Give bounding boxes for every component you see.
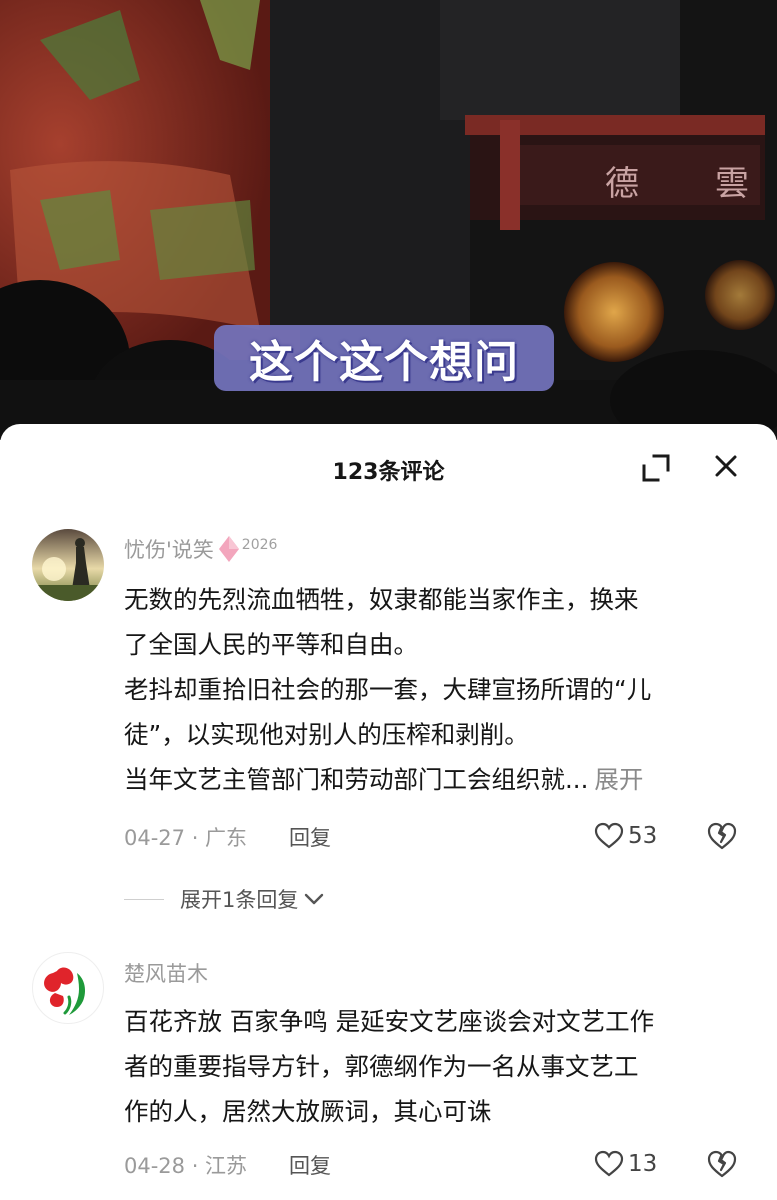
divider-line bbox=[124, 898, 164, 900]
comment-body: 无数的先烈流血牺牲，奴隶都能当家作主，换来 了全国人民的平等和自由。 老抖却重拾… bbox=[124, 577, 744, 802]
comment-date-location: 04-28 · 江苏 bbox=[124, 1154, 248, 1178]
video-player[interactable]: 德 雲 这个这个想问 bbox=[0, 0, 777, 440]
comments-sheet: 123条评论 忧伤'说笑 2026 无数的先烈流血牺牲，奴隶都能当家作主，换来 … bbox=[0, 424, 777, 1200]
comment-line: 无数的先烈流血牺牲，奴隶都能当家作主，换来 bbox=[124, 585, 639, 614]
comment-line: 了全国人民的平等和自由。 bbox=[124, 630, 418, 659]
like-button[interactable]: 13 bbox=[594, 1148, 660, 1180]
svg-text:雲: 雲 bbox=[715, 164, 749, 204]
comment-body: 百花齐放 百家争鸣 是延安文艺座谈会对文艺工作 者的重要指导方针，郭德纲作为一名… bbox=[124, 999, 744, 1134]
like-count: 53 bbox=[628, 823, 658, 849]
expand-comment-link[interactable]: 展开 bbox=[594, 765, 643, 794]
avatar[interactable] bbox=[32, 529, 104, 601]
diamond-badge: 2026 bbox=[218, 535, 278, 563]
diamond-icon bbox=[218, 536, 239, 562]
reply-button[interactable]: 回复 bbox=[289, 1150, 331, 1180]
comment-line: 老抖却重拾旧社会的那一套，大肆宣扬所谓的“儿 bbox=[124, 675, 652, 704]
comment-line-last: 当年文艺主管部门和劳动部门工会组织就... 展开 bbox=[124, 765, 644, 794]
close-icon[interactable] bbox=[710, 450, 742, 482]
comment-author[interactable]: 楚风苗木 bbox=[124, 958, 208, 988]
comment-line: 者的重要指导方针，郭德纲作为一名从事文艺工 bbox=[124, 1052, 639, 1081]
heart-icon bbox=[594, 1150, 624, 1177]
comments-header: 123条评论 bbox=[0, 424, 777, 510]
comment-line: 作的人，居然大放厥词，其心可诛 bbox=[124, 1097, 492, 1126]
svg-text:德: 德 bbox=[605, 164, 639, 204]
broken-heart-icon[interactable] bbox=[706, 821, 738, 851]
comment-line: 徒”，以实现他对别人的压榨和剥削。 bbox=[124, 720, 529, 749]
comment-line: 百花齐放 百家争鸣 是延安文艺座谈会对文艺工作 bbox=[124, 1007, 655, 1036]
video-subtitle: 这个这个想问 bbox=[214, 325, 554, 391]
expand-replies-button[interactable]: 展开1条回复 bbox=[124, 884, 326, 914]
comment-author[interactable]: 忧伤'说笑 2026 bbox=[124, 534, 277, 564]
expand-icon[interactable] bbox=[640, 452, 672, 484]
badge-year: 2026 bbox=[241, 537, 278, 553]
comment-meta: 04-27 · 广东 回复 53 bbox=[124, 820, 754, 852]
like-button[interactable]: 53 bbox=[594, 820, 660, 852]
broken-heart-icon[interactable] bbox=[706, 1149, 738, 1179]
chevron-down-icon bbox=[305, 893, 324, 905]
like-count: 13 bbox=[628, 1151, 658, 1177]
avatar[interactable] bbox=[32, 952, 104, 1024]
reply-button[interactable]: 回复 bbox=[289, 822, 331, 852]
heart-icon bbox=[594, 822, 624, 849]
comment-meta: 04-28 · 江苏 回复 13 bbox=[124, 1148, 754, 1180]
expand-replies-label: 展开1条回复 bbox=[180, 888, 299, 912]
comment-date-location: 04-27 · 广东 bbox=[124, 826, 248, 850]
